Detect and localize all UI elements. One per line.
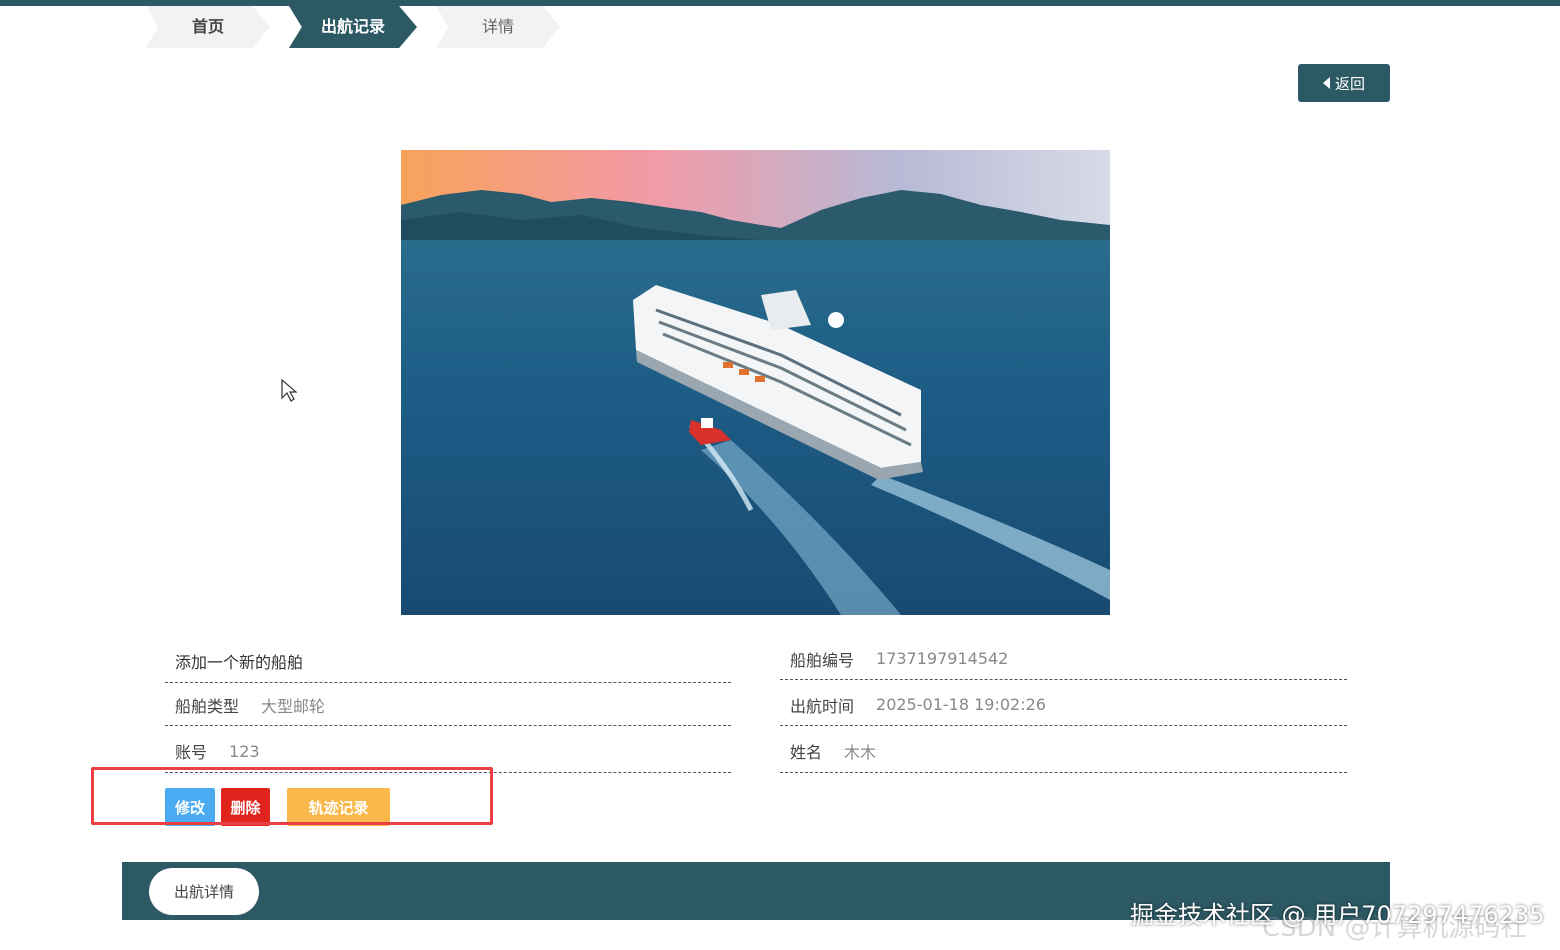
- breadcrumb-records[interactable]: 出航记录: [289, 6, 417, 48]
- ship-type-label: 船舶类型: [175, 696, 240, 716]
- ship-title-row: 添加一个新的船舶: [165, 640, 731, 683]
- ship-type-row: 船舶类型 大型邮轮: [165, 684, 731, 726]
- name-value: 木木: [844, 743, 877, 762]
- ship-title: 添加一个新的船舶: [175, 653, 304, 672]
- top-accent-bar: [0, 0, 1560, 6]
- ship-number-label: 船舶编号: [790, 650, 855, 670]
- breadcrumb-detail[interactable]: 详情: [436, 6, 560, 48]
- ship-number-row: 船舶编号 1737197914542: [780, 638, 1347, 680]
- voyage-detail-tab[interactable]: 出航详情: [149, 868, 259, 915]
- breadcrumb-home[interactable]: 首页: [146, 6, 270, 48]
- back-button[interactable]: 返回: [1298, 64, 1390, 102]
- ship-photo: [401, 150, 1110, 615]
- caret-left-icon: [1322, 77, 1330, 89]
- ship-type-value: 大型邮轮: [261, 696, 326, 716]
- annotation-highlight-box: [91, 767, 493, 825]
- depart-time-label: 出航时间: [790, 696, 855, 716]
- depart-time-value: 2025-01-18 19:02:26: [876, 695, 1046, 714]
- mouse-cursor-icon: [281, 378, 298, 402]
- account-label: 账号: [175, 743, 208, 762]
- name-label: 姓名: [790, 743, 823, 762]
- depart-time-row: 出航时间 2025-01-18 19:02:26: [780, 684, 1347, 726]
- name-row: 姓名 木木: [780, 730, 1347, 773]
- juejin-watermark: 掘金技术社区 @ 用户707297476235: [1130, 901, 1545, 929]
- ship-number-value: 1737197914542: [876, 649, 1009, 668]
- account-value: 123: [229, 741, 260, 761]
- back-button-label: 返回: [1334, 74, 1365, 93]
